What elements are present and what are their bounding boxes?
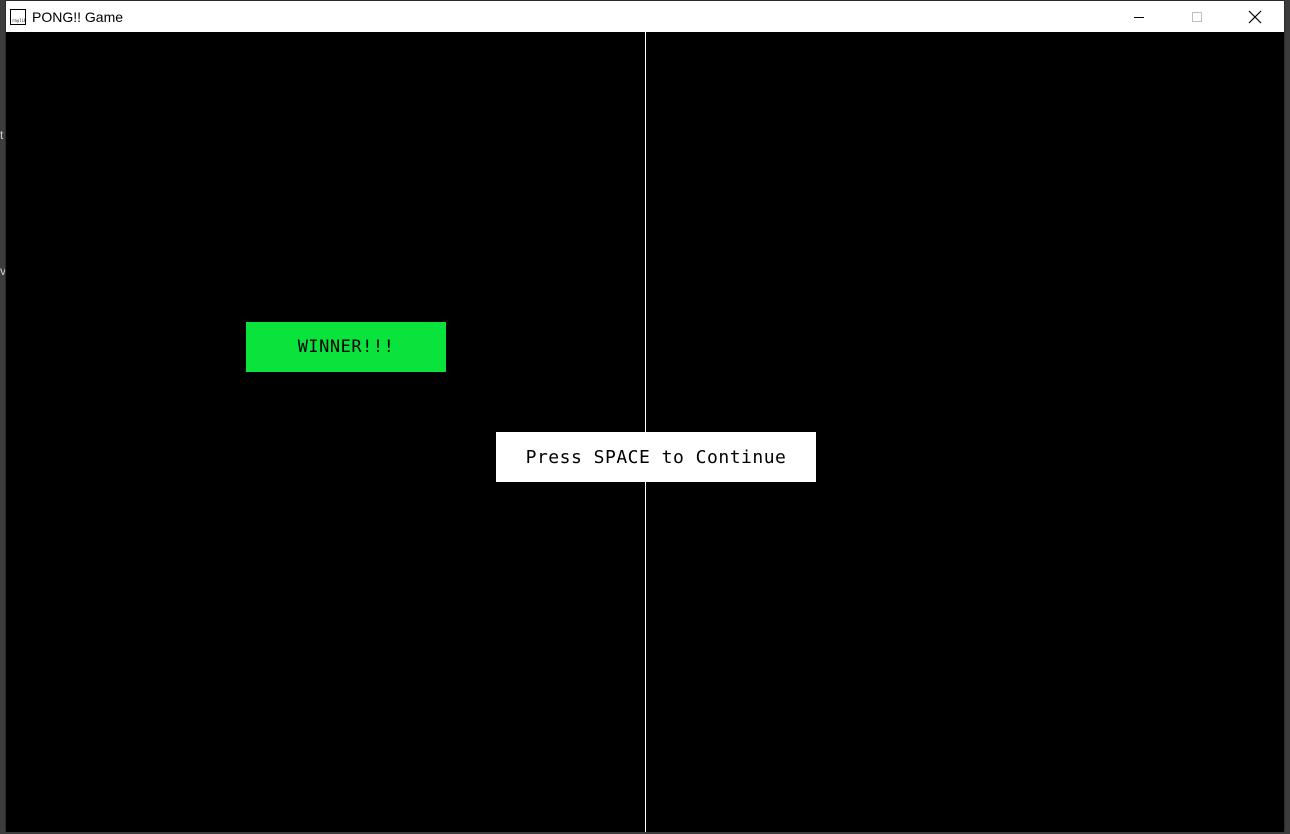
title-bar[interactable]: raylib PONG!! Game xyxy=(6,1,1284,32)
continue-prompt: Press SPACE to Continue xyxy=(496,432,816,482)
maximize-icon xyxy=(1192,11,1202,22)
close-button[interactable] xyxy=(1226,1,1284,32)
winner-banner: WINNER!!! xyxy=(246,322,446,372)
close-icon xyxy=(1248,10,1262,23)
winner-label: WINNER!!! xyxy=(297,337,395,357)
game-canvas[interactable]: WINNER!!! Press SPACE to Continue xyxy=(6,32,1284,832)
game-window: raylib PONG!! Game WINNER!!! Press SPACE… xyxy=(5,0,1285,832)
maximize-button[interactable] xyxy=(1168,1,1226,32)
minimize-button[interactable] xyxy=(1110,1,1168,32)
window-title: PONG!! Game xyxy=(32,8,124,25)
raylib-icon: raylib xyxy=(10,8,26,25)
background-window-fragment: t xyxy=(0,128,4,142)
window-controls xyxy=(1110,1,1284,32)
minimize-icon xyxy=(1134,16,1144,18)
continue-label: Press SPACE to Continue xyxy=(525,446,787,468)
